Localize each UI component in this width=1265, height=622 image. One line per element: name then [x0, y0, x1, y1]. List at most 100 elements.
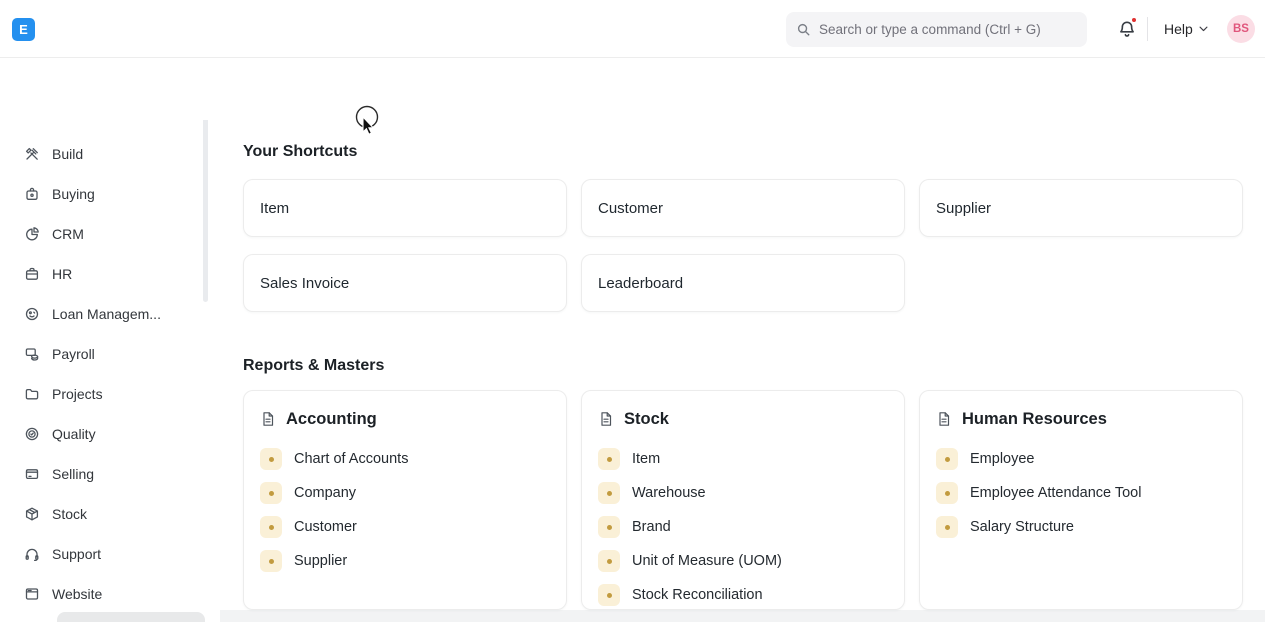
sidebar-item[interactable]: Selling	[0, 454, 210, 494]
sidebar-item-label: CRM	[52, 226, 84, 242]
bullet-icon	[936, 448, 958, 470]
chevron-down-icon	[1199, 26, 1208, 32]
help-label: Help	[1164, 21, 1193, 37]
document-icon	[598, 411, 614, 427]
report-link-label: Supplier	[294, 553, 347, 569]
shortcuts-grid: Item Customer Supplier Sales Invoice Lea…	[243, 179, 1243, 312]
report-link-label: Item	[632, 451, 660, 467]
hr-briefcase-icon	[24, 266, 40, 282]
help-menu[interactable]: Help	[1164, 19, 1208, 39]
shortcuts-heading: Your Shortcuts	[243, 143, 357, 161]
sidebar-item[interactable]: Website	[0, 574, 210, 614]
sidebar-item-label: HR	[52, 266, 72, 282]
sidebar-item[interactable]: HR	[0, 254, 210, 294]
report-link-label: Stock Reconciliation	[632, 587, 763, 603]
sidebar-item-label: Projects	[52, 386, 103, 402]
sidebar-item[interactable]: CRM	[0, 214, 210, 254]
shortcut-label: Item	[260, 200, 289, 217]
sidebar-item-label: Quality	[52, 426, 96, 442]
report-card-title-label: Accounting	[286, 410, 377, 429]
sidebar-item-label: Loan Managem...	[52, 306, 161, 322]
sidebar-item-label: Website	[52, 586, 102, 602]
report-link[interactable]: Unit of Measure (UOM)	[598, 550, 888, 572]
report-link[interactable]: Customer	[260, 516, 550, 538]
shortcut-label: Sales Invoice	[260, 275, 349, 292]
payroll-money-icon	[24, 346, 40, 362]
user-avatar[interactable]: BS	[1227, 15, 1255, 43]
bullet-icon	[260, 516, 282, 538]
sidebar-item-label: Stock	[52, 506, 87, 522]
notifications-bell-icon[interactable]	[1114, 16, 1140, 42]
sidebar-item[interactable]: Buying	[0, 174, 210, 214]
report-link-label: Warehouse	[632, 485, 706, 501]
sidebar-item[interactable]: Loan Managem...	[0, 294, 210, 334]
report-link-label: Salary Structure	[970, 519, 1074, 535]
projects-folder-icon	[24, 386, 40, 402]
report-link[interactable]: Employee	[936, 448, 1226, 470]
report-link-label: Employee Attendance Tool	[970, 485, 1141, 501]
report-items: Employee Employee Attendance Tool	[936, 448, 1226, 538]
report-link-label: Unit of Measure (UOM)	[632, 553, 782, 569]
bullet-icon	[936, 482, 958, 504]
quality-badge-icon	[24, 426, 40, 442]
sidebar-item-label: Buying	[52, 186, 95, 202]
bullet-icon	[260, 482, 282, 504]
report-card: Accounting Chart of Accounts	[243, 390, 567, 610]
bullet-icon	[260, 448, 282, 470]
bullet-icon	[598, 516, 620, 538]
sidebar-item[interactable]: Build	[0, 134, 210, 174]
sidebar-item[interactable]: Projects	[0, 374, 210, 414]
app-logo[interactable]: E	[12, 18, 35, 41]
search-input[interactable]	[819, 22, 1077, 37]
sidebar-item-label: Selling	[52, 466, 94, 482]
page-header	[0, 58, 1265, 120]
crm-pie-icon	[24, 226, 40, 242]
report-link-label: Customer	[294, 519, 357, 535]
report-link-label: Company	[294, 485, 356, 501]
shortcut-card[interactable]: Supplier	[919, 179, 1243, 237]
report-card: Stock Item	[581, 390, 905, 610]
bullet-icon	[936, 516, 958, 538]
report-link[interactable]: Employee Attendance Tool	[936, 482, 1226, 504]
bullet-icon	[598, 584, 620, 606]
report-card-title[interactable]: Stock	[598, 407, 888, 431]
report-link[interactable]: Salary Structure	[936, 516, 1226, 538]
report-link[interactable]: Brand	[598, 516, 888, 538]
shortcut-card[interactable]: Item	[243, 179, 567, 237]
shortcut-card[interactable]: Customer	[581, 179, 905, 237]
report-link[interactable]: Supplier	[260, 550, 550, 572]
sidebar-item-label: Support	[52, 546, 101, 562]
sidebar-item[interactable]: Stock	[0, 494, 210, 534]
shortcut-card[interactable]: Sales Invoice	[243, 254, 567, 312]
report-link[interactable]: Chart of Accounts	[260, 448, 550, 470]
report-link[interactable]: Company	[260, 482, 550, 504]
sidebar-item[interactable]: Support	[0, 534, 210, 574]
report-link[interactable]: Item	[598, 448, 888, 470]
document-icon	[260, 411, 276, 427]
document-icon	[936, 411, 952, 427]
report-link[interactable]: Stock Reconciliation	[598, 584, 888, 606]
report-card-title-label: Stock	[624, 410, 669, 429]
report-card-title[interactable]: Accounting	[260, 407, 550, 431]
sidebar-bottom-shape	[57, 612, 205, 622]
report-card-title[interactable]: Human Resources	[936, 407, 1226, 431]
sidebar-item-label: Payroll	[52, 346, 95, 362]
bullet-icon	[598, 448, 620, 470]
support-headset-icon	[24, 546, 40, 562]
bullet-icon	[260, 550, 282, 572]
shortcut-card[interactable]: Leaderboard	[581, 254, 905, 312]
selling-card-icon	[24, 466, 40, 482]
topbar-divider	[1147, 17, 1148, 41]
bullet-icon	[598, 550, 620, 572]
build-tools-icon	[24, 146, 40, 162]
report-link-label: Chart of Accounts	[294, 451, 408, 467]
report-card: Human Resources Employee	[919, 390, 1243, 610]
stock-box-icon	[24, 506, 40, 522]
report-items: Item Warehouse	[598, 448, 888, 606]
sidebar-item[interactable]: Quality	[0, 414, 210, 454]
sidebar-item[interactable]: Payroll	[0, 334, 210, 374]
report-link[interactable]: Warehouse	[598, 482, 888, 504]
sidebar: Build Buying CRM HR Loan Managem...	[0, 134, 210, 614]
report-card-title-label: Human Resources	[962, 410, 1107, 429]
global-search[interactable]	[786, 12, 1087, 47]
